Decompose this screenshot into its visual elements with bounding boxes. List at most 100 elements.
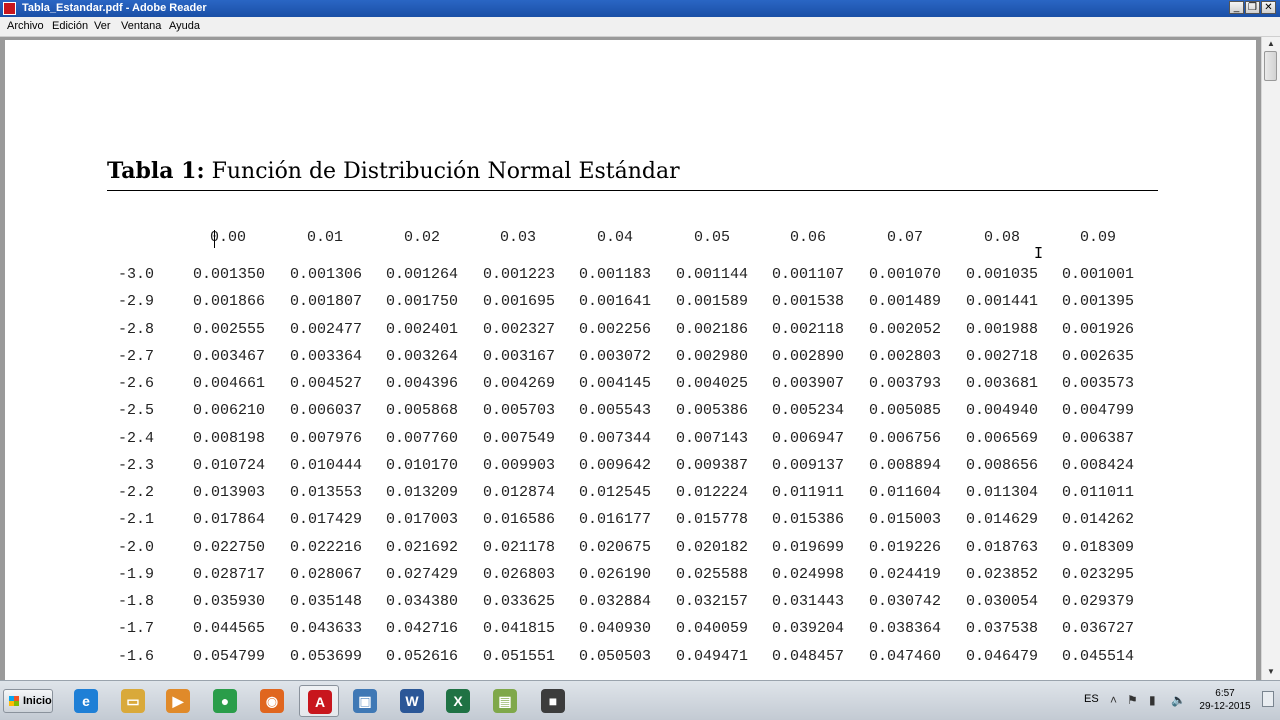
table-cell: 0.017864 [193, 511, 266, 528]
taskbar-app-excel[interactable]: X [438, 685, 478, 717]
table-cell: 0.007976 [290, 430, 363, 447]
table-cell: 0.001589 [676, 293, 749, 310]
table-cell: 0.004799 [1062, 402, 1135, 419]
table-cell: 0.052616 [386, 648, 459, 665]
table-cell: 0.028717 [193, 566, 266, 583]
table-cell: 0.048457 [772, 648, 845, 665]
taskbar-app-adobe-reader[interactable]: A [299, 685, 339, 717]
table-cell: 0.002718 [966, 348, 1039, 365]
table-cell: 0.013903 [193, 484, 266, 501]
table-cell: 0.028067 [290, 566, 363, 583]
window-title: Tabla_Estandar.pdf - Adobe Reader [22, 2, 207, 14]
table-title: Tabla 1: Función de Distribución Normal … [107, 158, 680, 184]
table-cell: 0.043633 [290, 620, 363, 637]
minimize-button[interactable]: _ [1229, 1, 1244, 14]
action-center-flag-icon[interactable]: ⚑ [1127, 693, 1138, 707]
table-cell: 0.001306 [290, 266, 363, 283]
table-cell: 0.029379 [1062, 593, 1135, 610]
table-cell: 0.002635 [1062, 348, 1135, 365]
menu-edicion[interactable]: Edición [52, 17, 88, 36]
volume-icon[interactable]: 🔈 [1171, 693, 1186, 707]
table-cell: 0.014262 [1062, 511, 1135, 528]
menu-archivo[interactable]: Archivo [7, 17, 44, 36]
column-header: 0.07 [887, 229, 924, 246]
row-z-value: -3.0 [118, 266, 155, 283]
taskbar-app-firefox[interactable]: ◉ [252, 685, 292, 717]
table-cell: 0.010170 [386, 457, 459, 474]
taskbar-app-media-player[interactable]: ▶ [158, 685, 198, 717]
scrollbar-thumb[interactable] [1264, 51, 1277, 81]
vertical-scrollbar[interactable]: ▲ ▼ [1261, 37, 1280, 680]
table-cell: 0.005386 [676, 402, 749, 419]
column-header: 0.06 [790, 229, 827, 246]
table-cell: 0.026190 [579, 566, 652, 583]
show-desktop-button[interactable] [1262, 691, 1274, 707]
network-icon[interactable]: ▮ [1149, 693, 1156, 707]
scroll-up-icon[interactable]: ▲ [1265, 38, 1277, 50]
table-cell: 0.001807 [290, 293, 363, 310]
row-z-value: -2.5 [118, 402, 155, 419]
clock-time: 6:57 [1215, 688, 1235, 699]
table-cell: 0.040059 [676, 620, 749, 637]
table-cell: 0.006210 [193, 402, 266, 419]
table-cell: 0.002256 [579, 321, 652, 338]
table-cell: 0.033625 [483, 593, 556, 610]
table-cell: 0.001695 [483, 293, 556, 310]
restore-button[interactable]: ❐ [1245, 1, 1260, 14]
column-header: 0.00 [210, 229, 247, 246]
table-cell: 0.045514 [1062, 648, 1135, 665]
table-cell: 0.050503 [579, 648, 652, 665]
table-cell: 0.021178 [483, 539, 556, 556]
table-cell: 0.001144 [676, 266, 749, 283]
taskbar-app-publisher[interactable]: ▤ [485, 685, 525, 717]
table-cell: 0.003364 [290, 348, 363, 365]
window-title-bar[interactable]: Tabla_Estandar.pdf - Adobe Reader _ ❐ ✕ [0, 0, 1280, 17]
menu-ver[interactable]: Ver [94, 17, 111, 36]
internet-explorer-icon: e [74, 689, 98, 713]
table-cell: 0.001538 [772, 293, 845, 310]
row-z-value: -2.2 [118, 484, 155, 501]
table-cell: 0.001107 [772, 266, 845, 283]
taskbar-app-file-explorer[interactable]: ▭ [113, 685, 153, 717]
adobe-reader-app-icon [3, 2, 16, 15]
start-button[interactable]: Inicio [3, 689, 53, 713]
column-header: 0.04 [597, 229, 634, 246]
excel-icon: X [446, 689, 470, 713]
taskbar-app-word[interactable]: W [392, 685, 432, 717]
taskbar: Inicio e ▭ ▶ ● ◉ A ▣ W X ▤ ■ ES ˄ ⚑ ▮ 🔈 6:57 29-12… [0, 680, 1280, 720]
scroll-down-icon[interactable]: ▼ [1265, 666, 1277, 678]
menu-ayuda[interactable]: Ayuda [169, 17, 200, 36]
table-cell: 0.021692 [386, 539, 459, 556]
menu-ventana[interactable]: Ventana [121, 17, 161, 36]
table-cell: 0.001988 [966, 321, 1039, 338]
taskbar-app-internet-explorer[interactable]: e [66, 685, 106, 717]
table-cell: 0.053699 [290, 648, 363, 665]
close-button[interactable]: ✕ [1261, 1, 1276, 14]
tray-expand-icon[interactable]: ˄ [1110, 693, 1117, 707]
row-z-value: -2.7 [118, 348, 155, 365]
clock[interactable]: 6:57 29-12-2015 [1195, 687, 1255, 713]
media-player-icon: ▶ [166, 689, 190, 713]
table-cell: 0.007760 [386, 430, 459, 447]
table-cell: 0.002803 [869, 348, 942, 365]
table-cell: 0.002555 [193, 321, 266, 338]
table-cell: 0.038364 [869, 620, 942, 637]
table-cell: 0.001926 [1062, 321, 1135, 338]
document-viewport[interactable]: Tabla 1: Función de Distribución Normal … [0, 37, 1280, 680]
table-cell: 0.007549 [483, 430, 556, 447]
row-z-value: -2.0 [118, 539, 155, 556]
table-cell: 0.002118 [772, 321, 845, 338]
adobe-reader-icon: A [308, 690, 332, 714]
row-z-value: -2.4 [118, 430, 155, 447]
row-z-value: -2.9 [118, 293, 155, 310]
table-cell: 0.011011 [1062, 484, 1135, 501]
pdf-page[interactable]: Tabla 1: Función de Distribución Normal … [5, 40, 1256, 680]
table-cell: 0.036727 [1062, 620, 1135, 637]
taskbar-app-picture-viewer[interactable]: ▣ [345, 685, 385, 717]
table-cell: 0.024998 [772, 566, 845, 583]
language-indicator[interactable]: ES [1084, 693, 1099, 705]
taskbar-app-camera-app[interactable]: ■ [533, 685, 573, 717]
column-header: 0.08 [984, 229, 1021, 246]
taskbar-app-chrome[interactable]: ● [205, 685, 245, 717]
camera-app-icon: ■ [541, 689, 565, 713]
